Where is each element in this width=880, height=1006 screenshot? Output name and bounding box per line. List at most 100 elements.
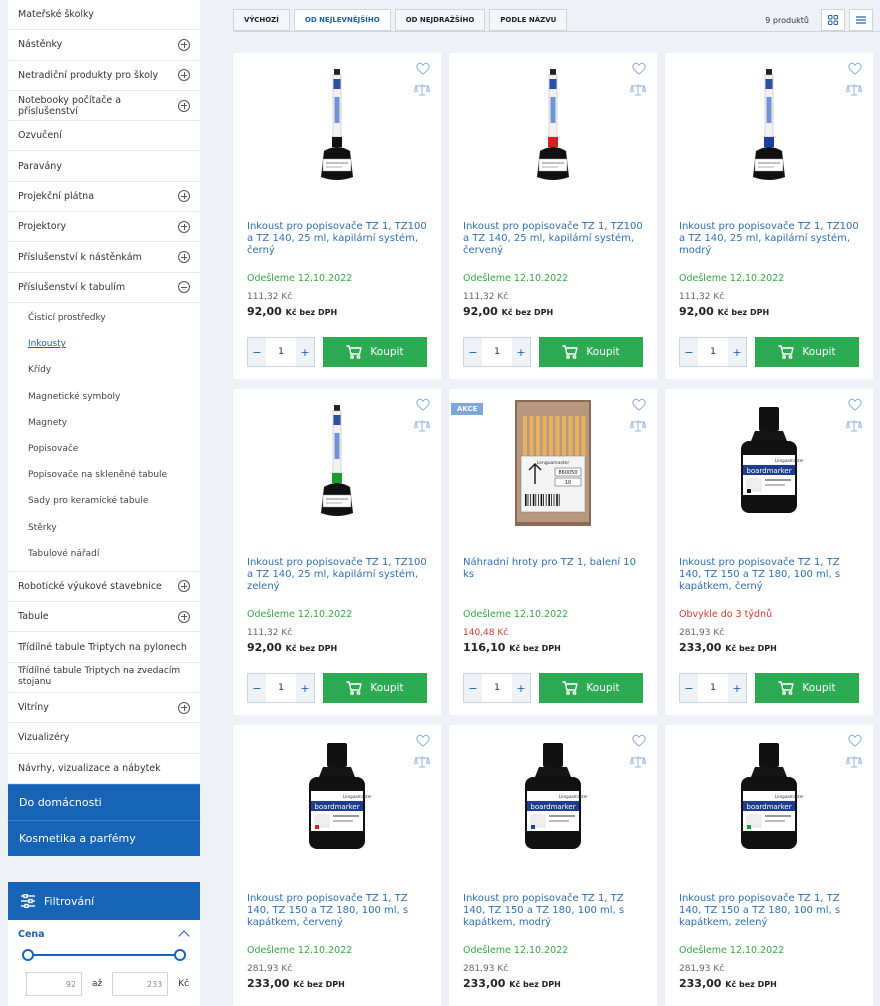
compare-icon[interactable] (414, 419, 430, 432)
buy-button[interactable]: Koupit (323, 337, 427, 367)
slider-min-handle[interactable] (22, 949, 34, 961)
category-materske-skolky[interactable]: Mateřské školky (8, 0, 200, 31)
compare-icon[interactable] (414, 755, 430, 768)
buy-button[interactable]: Koupit (755, 337, 859, 367)
category-projektory[interactable]: Projektory (8, 212, 200, 243)
product-image-wrap[interactable] (233, 61, 441, 193)
product-card[interactable]: boardmarker Lenguamaster Inkoust pro popis… (665, 725, 873, 1006)
expand-icon[interactable] (178, 99, 190, 112)
quantity-input[interactable]: 1 (266, 347, 296, 357)
quantity-input[interactable]: 1 (266, 683, 296, 693)
category-prislusenstvi-k-tabulim[interactable]: Příslušenství k tabulím (8, 273, 200, 303)
product-card[interactable]: boardmarker Lenguamaster Inkoust pro popis… (233, 725, 441, 1006)
increment-button[interactable]: + (296, 674, 314, 702)
compare-icon[interactable] (846, 755, 862, 768)
decrement-button[interactable]: − (248, 674, 266, 702)
product-image-wrap[interactable]: Lenguamaster 860050 10 (449, 397, 657, 529)
grid-view-button[interactable] (821, 9, 845, 31)
product-image-wrap[interactable] (665, 61, 873, 193)
category-vitriny[interactable]: Vitríny (8, 693, 200, 724)
subcategory-sterky[interactable]: Stěrky (8, 514, 200, 540)
increment-button[interactable]: + (512, 674, 530, 702)
category-do-domacnosti[interactable]: Do domácnosti (8, 783, 200, 820)
product-card[interactable]: Inkoust pro popisovače TZ 1, TZ100 a TZ … (233, 389, 441, 715)
category-ozvuceni[interactable]: Ozvučení (8, 121, 200, 152)
sort-tab-vychozi[interactable]: VÝCHOZÍ (233, 9, 290, 31)
product-card[interactable]: Lenguamaster 860050 10 AKCE Náhradní hroty p… (449, 389, 657, 715)
product-name[interactable]: Inkoust pro popisovače TZ 1, TZ 140, TZ … (679, 557, 859, 593)
heart-icon[interactable] (416, 398, 430, 411)
buy-button[interactable]: Koupit (539, 673, 643, 703)
category-vizualizery[interactable]: Vizualizéry (8, 723, 200, 754)
product-name[interactable]: Náhradní hroty pro TZ 1, balení 10 ks (463, 557, 643, 581)
expand-icon[interactable] (178, 701, 190, 714)
quantity-input[interactable]: 1 (482, 347, 512, 357)
collapse-icon[interactable] (178, 281, 190, 294)
subcategory-cistici-prostredky[interactable]: Čisticí prostředky (8, 305, 200, 331)
decrement-button[interactable]: − (680, 674, 698, 702)
quantity-input[interactable]: 1 (698, 347, 728, 357)
buy-button[interactable]: Koupit (755, 673, 859, 703)
compare-icon[interactable] (630, 419, 646, 432)
category-projekcni-platna[interactable]: Projekční plátna (8, 182, 200, 213)
heart-icon[interactable] (632, 398, 646, 411)
expand-icon[interactable] (178, 251, 190, 264)
product-card[interactable]: boardmarker Lenguamaster Inkoust pro popis… (449, 725, 657, 1006)
heart-icon[interactable] (848, 398, 862, 411)
category-prislusenstvi-k-nastenkam[interactable]: Příslušenství k nástěnkám (8, 242, 200, 273)
category-tridilne-tabule-triptych-na-zvedacim-stojanu[interactable]: Třídílné tabule Triptych na zvedacím sto… (8, 663, 200, 694)
price-slider[interactable] (18, 946, 190, 964)
heart-icon[interactable] (416, 734, 430, 747)
product-name[interactable]: Inkoust pro popisovače TZ 1, TZ100 a TZ … (247, 221, 427, 257)
decrement-button[interactable]: − (680, 338, 698, 366)
product-card[interactable]: boardmarker Lenguamaster Inkoust pro popis… (665, 389, 873, 715)
compare-icon[interactable] (414, 83, 430, 96)
price-max-input[interactable]: 233 (112, 972, 169, 996)
increment-button[interactable]: + (296, 338, 314, 366)
price-min-input[interactable]: 92 (26, 972, 82, 996)
expand-icon[interactable] (178, 220, 190, 233)
product-image-wrap[interactable]: boardmarker Lenguamaster (665, 733, 873, 865)
category-roboticke-vyukove-stavebnice[interactable]: Robotické výukové stavebnice (8, 572, 200, 603)
product-name[interactable]: Inkoust pro popisovače TZ 1, TZ100 a TZ … (679, 221, 859, 257)
sort-tab-od-nejdrazsiho[interactable]: OD NEJDRAŽŠÍHO (394, 9, 486, 31)
increment-button[interactable]: + (728, 674, 746, 702)
slider-max-handle[interactable] (174, 949, 186, 961)
subcategory-kridy[interactable]: Křídy (8, 357, 200, 383)
category-kosmetika-a-parfemy[interactable]: Kosmetika a parfémy (8, 819, 200, 856)
product-name[interactable]: Inkoust pro popisovače TZ 1, TZ100 a TZ … (463, 221, 643, 257)
heart-icon[interactable] (416, 62, 430, 75)
product-name[interactable]: Inkoust pro popisovače TZ 1, TZ 140, TZ … (247, 893, 427, 929)
expand-icon[interactable] (178, 69, 190, 82)
heart-icon[interactable] (632, 62, 646, 75)
increment-button[interactable]: + (728, 338, 746, 366)
category-tridilne-tabule-triptych-na-pylonech[interactable]: Třídílné tabule Triptych na pylonech (8, 632, 200, 663)
product-image-wrap[interactable]: boardmarker Lenguamaster (449, 733, 657, 865)
product-name[interactable]: Inkoust pro popisovače TZ 1, TZ100 a TZ … (247, 557, 427, 593)
compare-icon[interactable] (630, 83, 646, 96)
quantity-input[interactable]: 1 (482, 683, 512, 693)
expand-icon[interactable] (178, 580, 190, 593)
product-image-wrap[interactable]: boardmarker Lenguamaster (665, 397, 873, 529)
subcategory-inkousty[interactable]: Inkousty (8, 331, 200, 357)
increment-button[interactable]: + (512, 338, 530, 366)
decrement-button[interactable]: − (464, 674, 482, 702)
filter-header[interactable]: Filtrování (8, 882, 200, 920)
decrement-button[interactable]: − (248, 338, 266, 366)
product-image-wrap[interactable]: boardmarker Lenguamaster (233, 733, 441, 865)
subcategory-magnety[interactable]: Magnety (8, 410, 200, 436)
subcategory-tabulove-naradi[interactable]: Tabulové nářadí (8, 541, 200, 567)
decrement-button[interactable]: − (464, 338, 482, 366)
heart-icon[interactable] (848, 734, 862, 747)
product-card[interactable]: Inkoust pro popisovače TZ 1, TZ100 a TZ … (449, 53, 657, 379)
heart-icon[interactable] (848, 62, 862, 75)
category-notebooky-pocitace-a-prislusenstvi[interactable]: Notebooky počítače a příslušenství (8, 91, 200, 122)
product-card[interactable]: Inkoust pro popisovače TZ 1, TZ100 a TZ … (233, 53, 441, 379)
category-navrhy-vizualizace-a-nabytek[interactable]: Návrhy, vizualizace a nábytek (8, 754, 200, 784)
compare-icon[interactable] (846, 83, 862, 96)
expand-icon[interactable] (178, 190, 190, 203)
category-netradicni-produkty-pro-skoly[interactable]: Netradiční produkty pro školy (8, 61, 200, 91)
category-tabule[interactable]: Tabule (8, 602, 200, 633)
expand-icon[interactable] (178, 610, 190, 623)
subcategory-magneticke-symboly[interactable]: Magnetické symboly (8, 384, 200, 410)
